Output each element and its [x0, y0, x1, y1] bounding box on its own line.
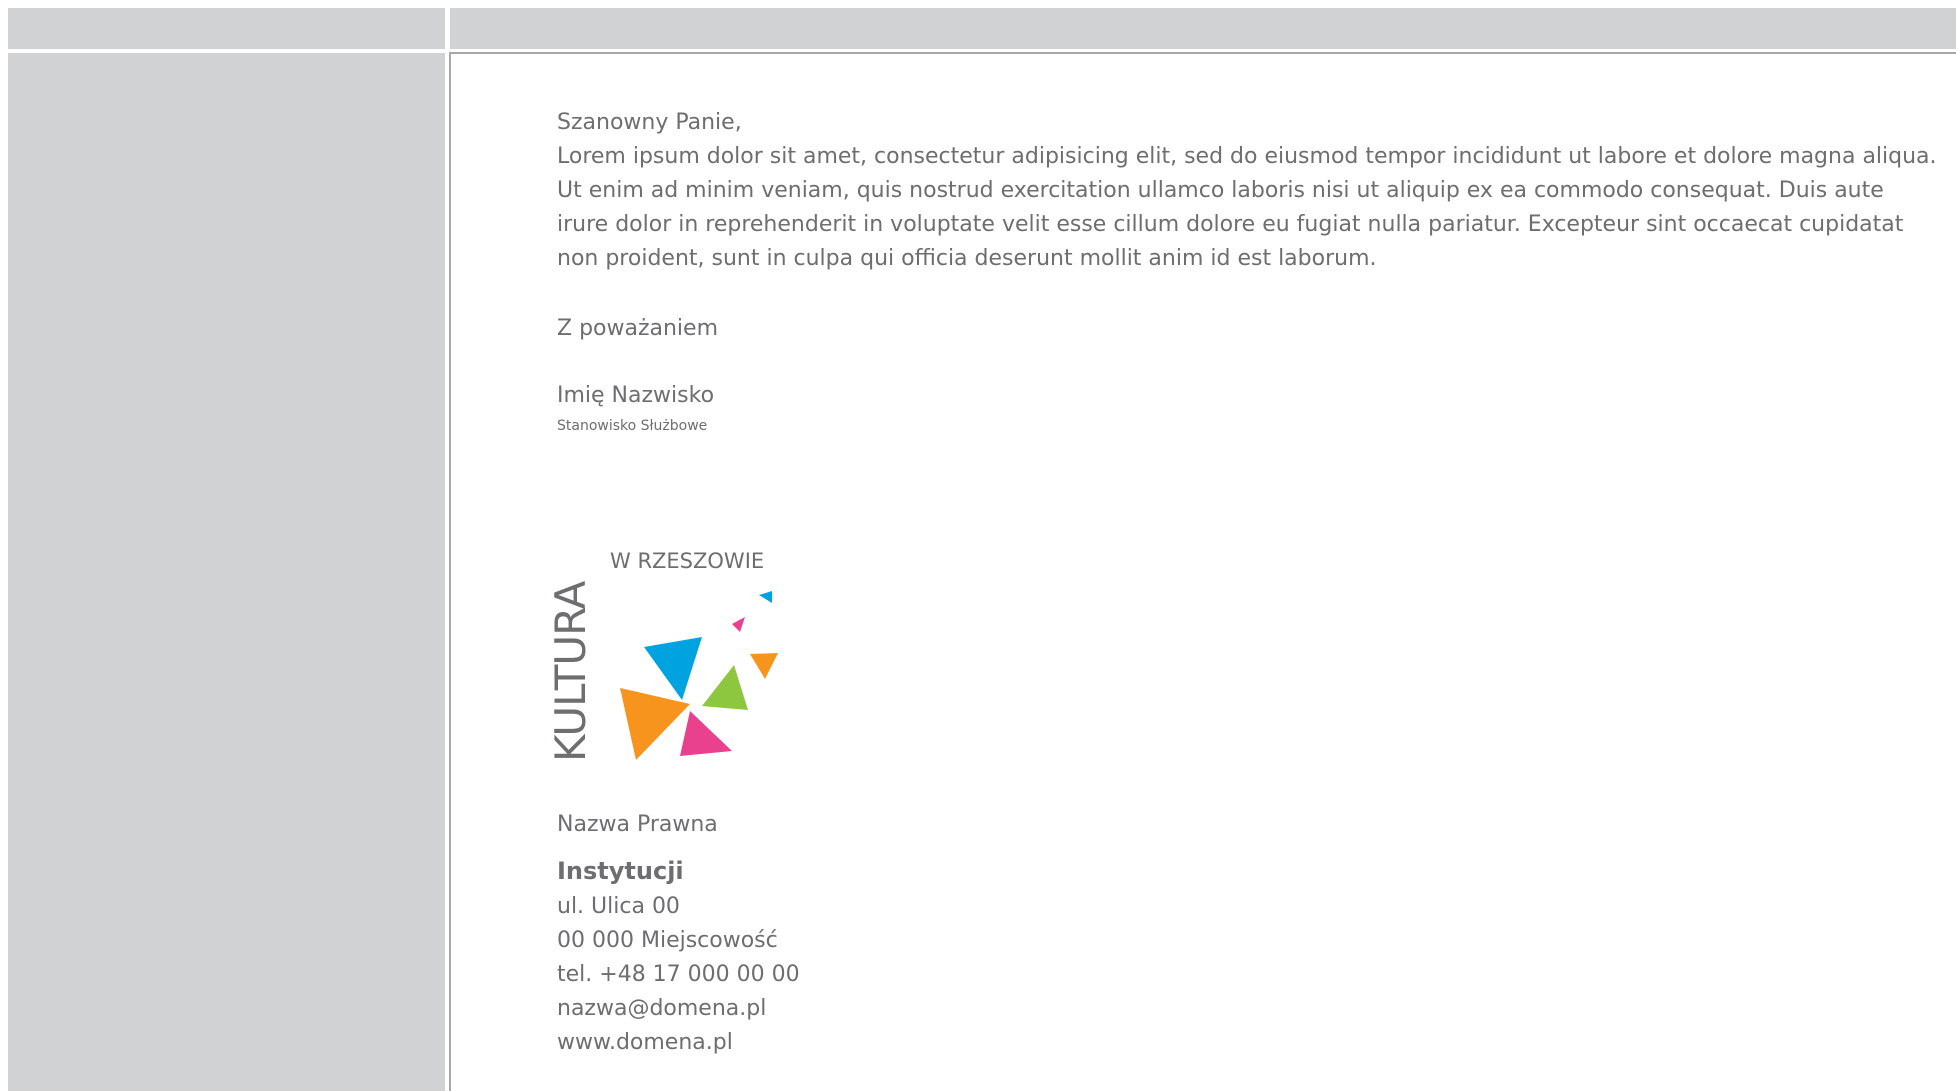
kultura-logo: KULTURA W RZESZOWIE: [540, 540, 800, 770]
greeting: Szanowny Panie,: [557, 110, 742, 135]
logo-pink-shape: [680, 711, 732, 756]
frame-top-left: [8, 8, 445, 49]
legal-name: Nazwa Prawna: [557, 812, 718, 837]
logo-green-shape: [702, 665, 748, 710]
logo-vertical-text: KULTURA: [546, 580, 595, 762]
institution-name: Instytucji: [557, 857, 684, 885]
closing: Z poważaniem: [557, 316, 719, 341]
logo-blue-shape: [644, 637, 702, 700]
signer-position: Stanowisko Służbowe: [557, 418, 708, 434]
footer-address: Nazwa Prawna Instytucji ul. Ulica 00 00 …: [557, 808, 800, 1060]
street: ul. Ulica 00: [557, 894, 680, 919]
logo-orange-shape: [620, 688, 690, 760]
frame-left-sidebar: [8, 53, 445, 1091]
phone: tel. +48 17 000 00 00: [557, 962, 800, 987]
logo-top-text: W RZESZOWIE: [610, 549, 764, 573]
city: 00 000 Miejscowość: [557, 928, 778, 953]
letter-body: Szanowny Panie, Lorem ipsum dolor sit am…: [557, 106, 1937, 276]
logo-small-orange-shape: [750, 653, 778, 679]
signer-name: Imię Nazwisko: [557, 383, 715, 408]
logo-small-blue-shape: [759, 591, 772, 603]
email[interactable]: nazwa@domena.pl: [557, 992, 800, 1026]
frame-top-right: [450, 8, 1956, 49]
logo-small-pink-shape: [732, 617, 745, 632]
website[interactable]: www.domena.pl: [557, 1026, 800, 1060]
body-text: Lorem ipsum dolor sit amet, consectetur …: [557, 144, 1937, 271]
